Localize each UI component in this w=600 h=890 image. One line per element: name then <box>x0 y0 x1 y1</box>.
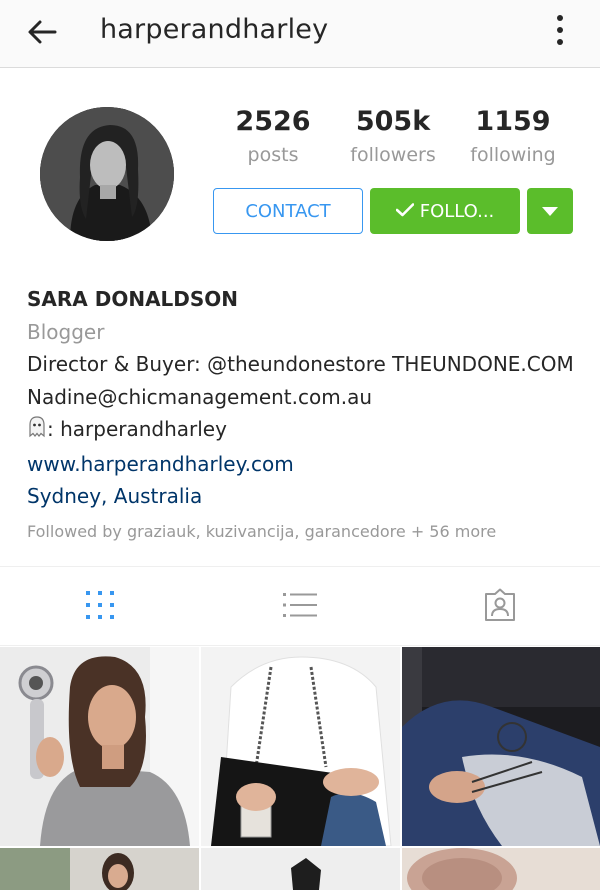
photo-thumbnail-1[interactable] <box>0 647 199 846</box>
posts-count: 2526 <box>235 106 311 137</box>
followed-by-text[interactable]: Followed by graziauk, kuzivancija, garan… <box>27 517 587 547</box>
checkmark-icon <box>395 201 415 222</box>
following-stat[interactable]: 1159 following <box>453 104 573 170</box>
follow-button-label: FOLLO... <box>419 200 495 222</box>
snapchat-handle: : harperandharley <box>47 417 227 441</box>
bio-text-line-2: Nadine@chicmanagement.com.au <box>27 384 373 409</box>
list-icon <box>283 592 317 622</box>
back-arrow-icon[interactable] <box>22 12 62 52</box>
followers-stat[interactable]: 505k followers <box>333 104 453 170</box>
full-name: SARA DONALDSON <box>27 287 239 311</box>
photo-thumbnail-5[interactable] <box>201 848 400 890</box>
following-count: 1159 <box>475 106 551 137</box>
tab-grid-view[interactable] <box>0 567 200 647</box>
posts-stat: 2526 posts <box>213 104 333 170</box>
profile-view-tabs <box>0 566 600 646</box>
contact-button-label: CONTACT <box>245 200 331 222</box>
ghost-emoji-icon <box>27 415 47 448</box>
tab-list-view[interactable] <box>200 567 400 647</box>
followers-label: followers <box>350 144 436 166</box>
photo-thumbnail-4[interactable] <box>0 848 199 890</box>
followers-count: 505k <box>355 106 431 137</box>
photo-grid <box>0 647 600 890</box>
following-label: following <box>470 144 556 166</box>
photo-thumbnail-3[interactable] <box>402 647 600 846</box>
website-link[interactable]: www.harperandharley.com <box>27 448 587 481</box>
category-label: Blogger <box>27 319 105 344</box>
more-options-icon[interactable] <box>540 10 580 50</box>
bio-snapchat-line: : harperandharley <box>27 413 587 448</box>
location-link[interactable]: Sydney, Australia <box>27 480 587 513</box>
suggested-accounts-dropdown-button[interactable] <box>527 188 573 234</box>
posts-label: posts <box>247 144 299 166</box>
profile-username-title: harperandharley <box>100 14 329 45</box>
tab-tagged-photos[interactable] <box>400 567 600 647</box>
contact-button[interactable]: CONTACT <box>213 188 363 234</box>
profile-bio: SARA DONALDSON Blogger Director & Buyer:… <box>27 283 587 547</box>
tagged-person-icon <box>483 588 517 626</box>
grid-icon <box>86 591 114 623</box>
bio-text-line-1: Director & Buyer: @theundonestore THEUND… <box>27 352 574 376</box>
photo-thumbnail-2[interactable] <box>201 647 400 846</box>
photo-thumbnail-6[interactable] <box>402 848 600 890</box>
caret-down-icon <box>542 202 558 221</box>
profile-avatar[interactable] <box>40 107 174 241</box>
follow-button[interactable]: FOLLO... <box>370 188 520 234</box>
top-app-bar: harperandharley <box>0 0 600 68</box>
